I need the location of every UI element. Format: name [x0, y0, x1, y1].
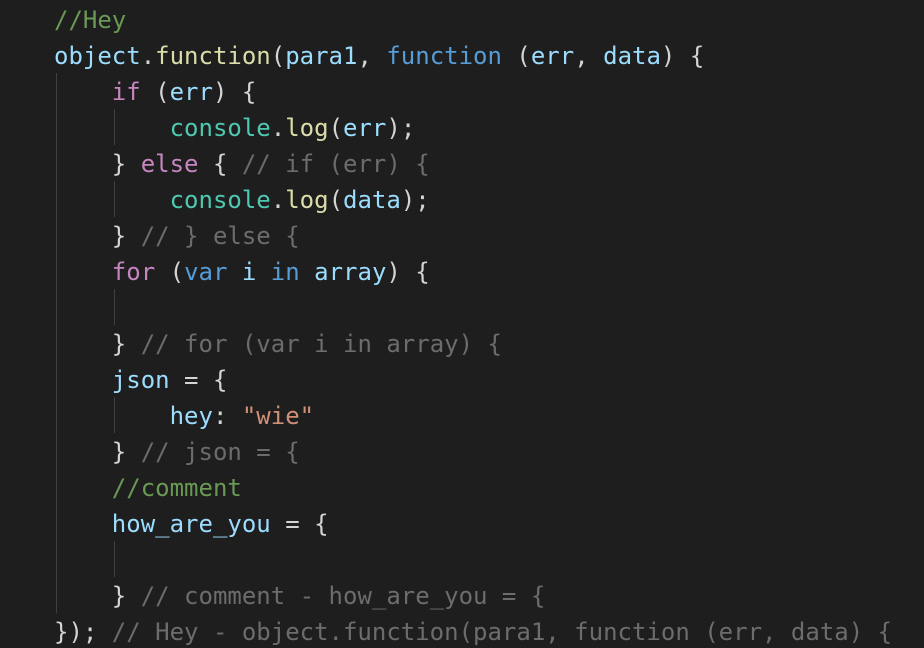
code-token: });: [54, 618, 112, 646]
code-token: ) {: [212, 78, 257, 106]
code-token: var: [184, 258, 228, 286]
code-token: err: [343, 114, 387, 142]
code-token: in: [270, 258, 300, 286]
code-token: );: [400, 186, 430, 214]
code-line[interactable]: } // json = {: [54, 434, 300, 470]
code-token: log: [285, 114, 329, 142]
code-token: .: [140, 42, 156, 70]
code-token: }: [54, 330, 141, 358]
code-token: = {: [270, 510, 329, 538]
code-token: hey: [169, 402, 213, 430]
code-line[interactable]: } else { // if (err) {: [54, 146, 430, 182]
code-token: array: [314, 258, 387, 286]
code-token: data: [343, 186, 401, 214]
code-token: log: [285, 186, 329, 214]
code-line[interactable]: //comment: [54, 470, 242, 506]
code-token: //comment: [111, 474, 242, 502]
code-token: = {: [169, 366, 228, 394]
indent-guide-for: [114, 289, 115, 325]
code-token: console: [169, 186, 271, 214]
code-token: (: [270, 42, 286, 70]
code-line[interactable]: console.log(data);: [54, 182, 430, 218]
code-token: }: [54, 222, 141, 250]
code-line[interactable]: } // for (var i in array) {: [54, 326, 502, 362]
code-token: .: [270, 114, 286, 142]
code-token: i: [241, 258, 257, 286]
code-token: object: [54, 42, 141, 70]
code-token: data: [603, 42, 661, 70]
code-token: }: [54, 582, 141, 610]
code-token: );: [386, 114, 416, 142]
code-token: }: [54, 438, 141, 466]
code-token: // Hey - object.function(para1, function…: [111, 618, 893, 646]
code-token: {: [198, 150, 242, 178]
code-token: "wie": [241, 402, 315, 430]
code-token: for: [111, 258, 156, 286]
code-line[interactable]: } // } else {: [54, 218, 300, 254]
code-token: // comment - how_are_you = {: [140, 582, 546, 610]
code-token: // if (err) {: [241, 150, 430, 178]
code-token: para1: [285, 42, 358, 70]
code-line[interactable]: if (err) {: [54, 74, 257, 110]
code-token: err: [530, 42, 575, 70]
code-line[interactable]: //Hey: [54, 2, 126, 38]
code-token: (: [328, 114, 344, 142]
code-line[interactable]: } // comment - how_are_you = {: [54, 578, 545, 614]
code-line[interactable]: json = {: [54, 362, 228, 398]
code-token: function: [155, 42, 271, 70]
code-line[interactable]: how_are_you = {: [54, 506, 329, 542]
code-token: ,: [357, 42, 387, 70]
code-token: if: [111, 78, 141, 106]
code-line[interactable]: object.function(para1, function (err, da…: [54, 38, 704, 74]
code-token: // for (var i in array) {: [140, 330, 502, 358]
code-token: ,: [574, 42, 604, 70]
code-token: :: [212, 402, 242, 430]
code-line[interactable]: for (var i in array) {: [54, 254, 430, 290]
code-line[interactable]: }); // Hey - object.function(para1, func…: [54, 614, 892, 648]
code-token: //Hey: [54, 6, 127, 34]
code-line[interactable]: hey: "wie": [54, 398, 315, 434]
code-token: (: [328, 186, 344, 214]
code-token: // json = {: [140, 438, 300, 466]
code-token: json: [111, 366, 170, 394]
code-token: }: [54, 150, 141, 178]
code-token: .: [270, 186, 286, 214]
code-token: (: [501, 42, 531, 70]
code-token: (: [140, 78, 170, 106]
indent-guide-how-are-you: [114, 541, 115, 577]
code-token: (: [155, 258, 185, 286]
code-token: ) {: [660, 42, 705, 70]
code-token: else: [140, 150, 199, 178]
code-token: how_are_you: [111, 510, 271, 538]
code-token: function: [386, 42, 502, 70]
code-editor[interactable]: //Hey object.function(para1, function (er…: [0, 0, 924, 648]
code-token: ) {: [386, 258, 430, 286]
code-line[interactable]: console.log(err);: [54, 110, 416, 146]
code-token: // } else {: [140, 222, 300, 250]
code-token: err: [169, 78, 213, 106]
code-token: console: [169, 114, 271, 142]
